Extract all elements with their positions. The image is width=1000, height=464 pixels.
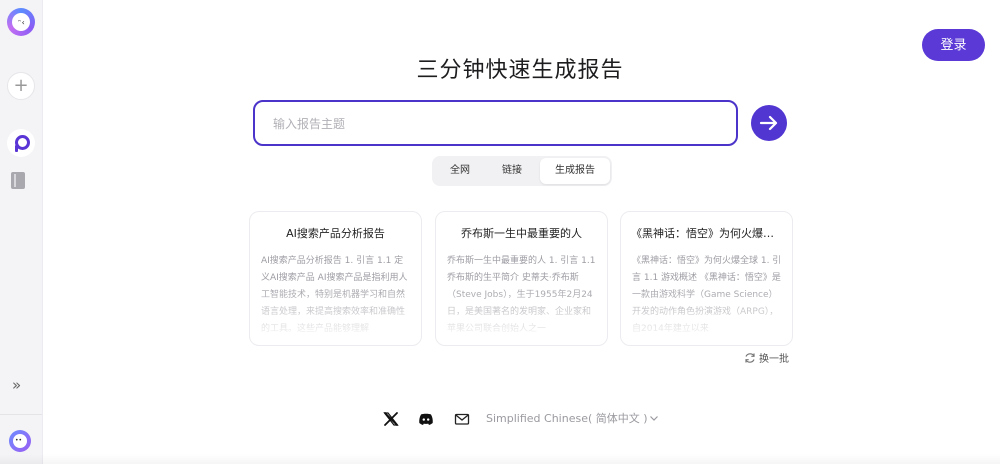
bottom-edge xyxy=(0,454,1000,464)
example-card-2[interactable]: 乔布斯一生中最重要的人 乔布斯一生中最重要的人 1. 引言 1.1 乔布斯的生平… xyxy=(435,211,608,346)
page-title: 三分钟快速生成报告 xyxy=(416,58,624,83)
tab-link[interactable]: 链接 xyxy=(486,158,538,184)
search-box xyxy=(253,100,738,146)
search-logo-icon[interactable] xyxy=(7,129,35,157)
search-input[interactable] xyxy=(271,113,715,135)
tab-generate-report[interactable]: 生成报告 xyxy=(540,158,610,184)
language-label: Simplified Chinese( 简体中文 ) xyxy=(486,412,648,425)
avatar-icon[interactable]: •• xyxy=(9,430,31,452)
mail-icon[interactable] xyxy=(454,411,470,427)
chat-logo-icon[interactable]: ᵔ‹ xyxy=(7,8,35,36)
example-card-1[interactable]: AI搜索产品分析报告 AI搜索产品分析报告 1. 引言 1.1 定义AI搜索产品… xyxy=(249,211,422,346)
card-title: 乔布斯一生中最重要的人 xyxy=(461,227,582,240)
x-twitter-icon[interactable] xyxy=(383,411,399,427)
double-chevron-right-icon[interactable]: » xyxy=(12,378,21,393)
refresh-icon xyxy=(745,353,755,363)
card-body: AI搜索产品分析报告 1. 引言 1.1 定义AI搜索产品 AI搜索产品是指利用… xyxy=(261,256,408,333)
refresh-label: 换一批 xyxy=(759,354,789,365)
language-selector[interactable]: Simplified Chinese( 简体中文 ) xyxy=(486,410,659,428)
arrow-right-icon xyxy=(759,115,778,131)
card-body: 乔布斯一生中最重要的人 1. 引言 1.1 乔布斯的生平简介 史蒂夫·乔布斯（S… xyxy=(447,256,596,333)
refresh-button[interactable]: 换一批 xyxy=(744,352,789,368)
mode-tabs: 全网 链接 生成报告 xyxy=(432,156,612,186)
card-title: 《黑神话：悟空》为何火爆全球 xyxy=(631,227,785,240)
submit-button[interactable] xyxy=(751,105,787,141)
book-icon[interactable] xyxy=(11,172,25,189)
chevron-down-icon xyxy=(649,416,658,421)
card-title: AI搜索产品分析报告 xyxy=(286,227,385,240)
example-card-3[interactable]: 《黑神话：悟空》为何火爆全球 《黑神话：悟空》为何火爆全球 1. 引言 1.1 … xyxy=(620,211,793,346)
tab-web[interactable]: 全网 xyxy=(434,158,486,184)
card-body: 《黑神话：悟空》为何火爆全球 1. 引言 1.1 游戏概述 《黑神话：悟空》是一… xyxy=(632,256,782,333)
sidebar-divider xyxy=(0,414,42,415)
discord-icon[interactable] xyxy=(418,411,434,427)
